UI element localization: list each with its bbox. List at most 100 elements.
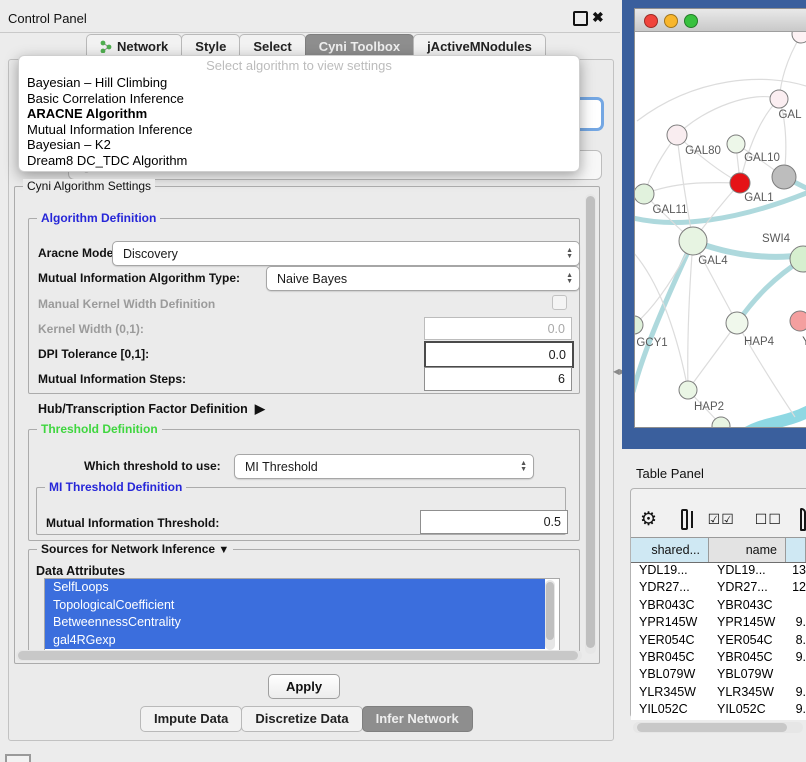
table-cell: 8. — [786, 633, 806, 650]
data-attributes-list[interactable]: SelfLoopsTopologicalCoefficientBetweenne… — [44, 578, 560, 654]
table-cell — [786, 598, 806, 615]
manual-kernel-checkbox[interactable] — [552, 295, 567, 310]
network-window-titlebar[interactable] — [635, 9, 806, 32]
attribute-item[interactable]: SelfLoops — [45, 579, 545, 597]
table-cell: YIL052C — [709, 702, 786, 719]
cyni-algorithm-settings-title: Cyni Algorithm Settings — [23, 179, 155, 193]
table-row[interactable]: YBR045CYBR045C9. — [631, 650, 806, 667]
columns-icon[interactable] — [681, 509, 688, 530]
network-node-hap2[interactable] — [679, 381, 697, 399]
table-row[interactable]: YBR043CYBR043C — [631, 598, 806, 615]
table-row[interactable]: YER054CYER054C8. — [631, 633, 806, 650]
mi-type-combobox[interactable]: Naive Bayes ▲▼ — [266, 266, 580, 291]
table-cell: YBR043C — [709, 598, 786, 615]
gear-icon[interactable]: ⚙ — [640, 508, 657, 531]
network-node-gal1[interactable] — [730, 173, 750, 193]
table-row[interactable]: YIL052CYIL052C9. — [631, 702, 806, 719]
network-canvas[interactable]: GALGAL80GAL10GAL1GAL11GAL4SWI4GCY1HAP4YH… — [635, 32, 806, 427]
table-cell: YPR145W — [631, 615, 709, 632]
table-cell: YDL19... — [709, 563, 786, 580]
tab-infer-network[interactable]: Infer Network — [362, 706, 473, 732]
collapse-down-icon[interactable]: ▼ — [218, 544, 229, 556]
algorithm-dropdown-placeholder: Select algorithm to view settings — [19, 58, 579, 75]
table-cell: YIL052C — [631, 702, 709, 719]
column-header-shared[interactable]: shared... — [631, 538, 709, 562]
column-header-name[interactable]: name — [709, 538, 786, 562]
algorithm-dropdown-popup: Select algorithm to view settings Bayesi… — [18, 55, 580, 172]
control-panel-title: Control Panel — [8, 11, 87, 26]
table-row[interactable]: YLR345WYLR345W9. — [631, 685, 806, 702]
mi-type-label: Mutual Information Algorithm Type: — [38, 271, 240, 285]
algorithm-option[interactable]: Bayesian – K2 — [19, 137, 579, 153]
mi-threshold-label: Mutual Information Threshold: — [46, 516, 219, 530]
apply-button[interactable]: Apply — [268, 674, 340, 699]
kernel-width-label: Kernel Width (0,1): — [38, 322, 144, 336]
network-window: GALGAL80GAL10GAL1GAL11GAL4SWI4GCY1HAP4YH… — [634, 8, 806, 428]
tab-label: Infer Network — [376, 711, 459, 726]
attribute-item[interactable]: TopologicalCoefficient — [45, 597, 545, 615]
node-label-gal1: GAL1 — [744, 192, 773, 204]
table-cell: YLR345W — [709, 685, 786, 702]
table-row[interactable]: YPR145WYPR145W9. — [631, 615, 806, 632]
attribute-item[interactable]: BetweennessCentrality — [45, 614, 545, 632]
aracne-mode-label: Aracne Mode: — [38, 246, 117, 260]
data-attributes-label: Data Attributes — [36, 564, 125, 578]
settings-horizontal-scrollbar[interactable] — [16, 650, 582, 661]
table-row[interactable]: YBL079WYBL079W — [631, 667, 806, 684]
network-node[interactable] — [792, 32, 806, 43]
table-row[interactable]: YDL19...YDL19...13 — [631, 563, 806, 580]
node-label-swi4: SWI4 — [762, 233, 791, 245]
aracne-mode-combobox[interactable]: Discovery ▲▼ — [112, 241, 580, 266]
node-table: shared...name YDL19...YDL19...13YDR27...… — [631, 537, 806, 731]
table-panel-title: Table Panel — [636, 466, 704, 481]
attributes-list-scrollbar[interactable] — [545, 580, 555, 650]
zoom-traffic-icon[interactable] — [684, 14, 698, 28]
node-label-gcy1: GCY1 — [636, 337, 667, 349]
table-cell: YDR27... — [709, 580, 786, 597]
tab-label: Network — [117, 39, 168, 54]
settings-vertical-scrollbar[interactable] — [585, 194, 596, 654]
table-row[interactable]: YDR27...YDR27...12 — [631, 580, 806, 597]
column-header[interactable] — [786, 538, 806, 562]
network-node-y[interactable] — [790, 311, 806, 331]
which-threshold-combobox[interactable]: MI Threshold ▲▼ — [234, 454, 534, 479]
algorithm-option[interactable]: Dream8 DC_TDC Algorithm — [19, 153, 579, 169]
mi-threshold-field[interactable]: 0.5 — [420, 510, 568, 534]
close-traffic-icon[interactable] — [644, 14, 658, 28]
kernel-width-field[interactable]: 0.0 — [424, 317, 572, 340]
mi-steps-field[interactable]: 6 — [424, 367, 572, 391]
hub-definition-toggle[interactable]: Hub/Transcription Factor Definition ▶ — [38, 401, 265, 417]
network-node-gal[interactable] — [770, 90, 788, 108]
node-label-y: Y — [802, 336, 806, 348]
dpi-tolerance-field[interactable]: 0.0 — [424, 341, 574, 368]
network-node-hap4[interactable] — [726, 312, 748, 334]
float-window-icon[interactable] — [573, 11, 588, 26]
panel-divider-gripper[interactable]: ◀▶ — [613, 366, 620, 378]
table-cell: YER054C — [709, 633, 786, 650]
unchecked-columns-icon[interactable]: ☐☐ — [755, 511, 782, 528]
minimized-panel-chip[interactable] — [5, 754, 31, 762]
tab-impute-data[interactable]: Impute Data — [140, 706, 242, 732]
checked-columns-icon[interactable]: ☑☑ — [708, 511, 735, 528]
network-node-gcy1[interactable] — [635, 316, 643, 334]
network-node-gal4[interactable] — [679, 227, 707, 255]
network-node-gal11[interactable] — [635, 184, 654, 204]
manual-kernel-label: Manual Kernel Width Definition — [38, 297, 215, 311]
algorithm-option[interactable]: Bayesian – Hill Climbing — [19, 75, 579, 91]
table-horizontal-scrollbar[interactable] — [633, 722, 803, 733]
mi-steps-label: Mutual Information Steps: — [38, 372, 186, 386]
minimize-traffic-icon[interactable] — [664, 14, 678, 28]
algorithm-option[interactable]: Basic Correlation Inference — [19, 91, 579, 107]
network-node-gal80[interactable] — [667, 125, 687, 145]
attribute-item[interactable]: gal4RGexp — [45, 632, 545, 650]
new-table-icon[interactable] — [800, 508, 806, 531]
algorithm-option[interactable]: Mutual Information Inference — [19, 122, 579, 138]
tab-discretize-data[interactable]: Discretize Data — [241, 706, 362, 732]
threshold-definition-title: Threshold Definition — [37, 422, 162, 436]
network-node[interactable] — [772, 165, 796, 189]
network-node-gal10[interactable] — [727, 135, 745, 153]
algorithm-option[interactable]: ARACNE Algorithm — [19, 106, 579, 122]
table-cell: 9. — [786, 685, 806, 702]
close-icon[interactable]: ✖ — [592, 9, 604, 26]
table-cell: YBR043C — [631, 598, 709, 615]
